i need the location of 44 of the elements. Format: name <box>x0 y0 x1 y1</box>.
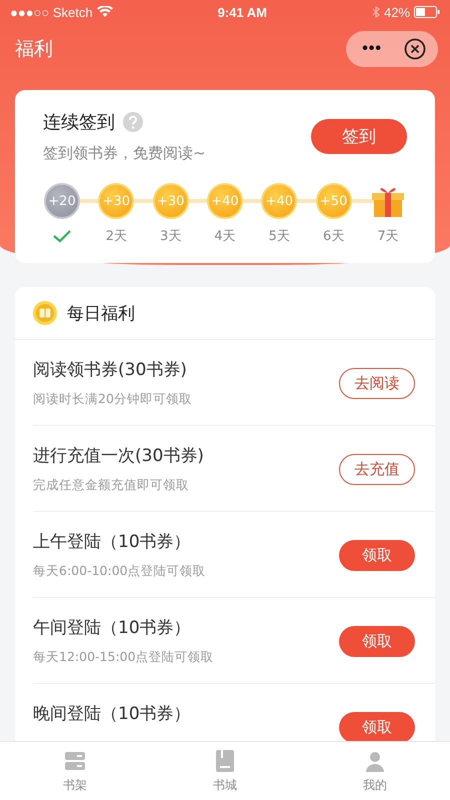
tab-item[interactable]: 我的 <box>300 742 450 800</box>
more-button[interactable]: ••• <box>362 40 382 58</box>
day-label: 2天 <box>106 228 127 245</box>
task-button[interactable]: 领取 <box>339 712 415 741</box>
task-description: 阅读时长满20分钟即可领取 <box>33 391 192 408</box>
task-title: 进行充值一次(30书券) <box>33 445 204 467</box>
coin-badge: +30 <box>98 183 134 219</box>
task-title: 阅读领书券(30书券) <box>33 359 188 381</box>
section-title: 每日福利 <box>67 302 135 324</box>
coin-badge: +40 <box>206 183 243 219</box>
coin-badge: +30 <box>152 183 189 219</box>
task-button[interactable]: 领取 <box>339 540 415 570</box>
book-icon <box>33 301 57 325</box>
battery-text: 42% <box>384 4 410 20</box>
checkin-title: 连续签到 <box>43 111 115 134</box>
bluetooth-icon <box>372 6 380 18</box>
page-title: 福利 <box>15 37 53 62</box>
tab-item[interactable]: 书架 <box>0 742 150 800</box>
battery-icon <box>414 6 440 18</box>
task-description: 每天12:00-15:00点登陆可领取 <box>33 649 214 666</box>
carrier-text: ●●●○○ Sketch <box>10 4 93 20</box>
clock-text: 9:41 AM <box>216 4 268 20</box>
tab-item[interactable]: 书城 <box>150 742 300 800</box>
coin-badge: +40 <box>261 183 298 219</box>
checkin-button[interactable]: 签到 <box>311 119 407 154</box>
day-label: 3天 <box>160 228 182 245</box>
day-label: 6天 <box>323 228 344 245</box>
checkin-subtitle: 签到领书券，免费阅读~ <box>43 144 206 163</box>
task-title: 晚间登陆（10书券） <box>33 703 191 725</box>
day-label: 4天 <box>214 228 236 245</box>
task-title: 上午登陆（10书券） <box>33 531 192 553</box>
coin-badge: +50 <box>316 183 352 219</box>
task-description: 每天6:00-10:00点登陆可领取 <box>33 563 206 580</box>
task-button[interactable]: 领取 <box>339 626 415 656</box>
task-button[interactable]: 去充值 <box>339 454 415 484</box>
wifi-icon <box>96 6 113 18</box>
day-label: 5天 <box>268 228 290 245</box>
coin-badge: +20 <box>44 183 80 219</box>
book-icon <box>213 748 237 772</box>
close-icon[interactable] <box>404 38 426 60</box>
task-title: 午间登陆（10书券） <box>33 617 192 639</box>
task-description: 完成任意金额充值即可领取 <box>33 477 190 494</box>
day-label: 7天 <box>377 228 399 245</box>
task-button[interactable]: 去阅读 <box>339 368 415 398</box>
